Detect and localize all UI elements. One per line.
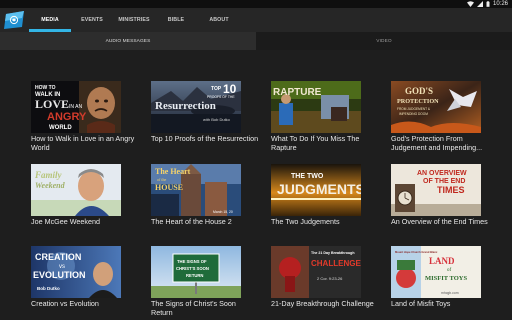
tab-about-label: ABOUT bbox=[209, 17, 229, 23]
media-item-title: Creation vs Evolution bbox=[31, 299, 99, 308]
thumb-text: THE TWO bbox=[291, 173, 324, 180]
battery-icon bbox=[486, 1, 490, 7]
thumb-text: CHALLENGE bbox=[311, 259, 361, 268]
thumb-text: THE SIGNS OF bbox=[177, 259, 207, 264]
thumb-text: RAPTURE bbox=[273, 87, 322, 98]
media-thumbnail: RAPTURE bbox=[271, 81, 361, 133]
thumb-text: HOUSE bbox=[155, 183, 183, 192]
media-thumbnail: GOD'S PROTECTION FROM JUDGEMENT & IMPEND… bbox=[391, 81, 481, 133]
media-item-title: The Heart of the House 2 bbox=[151, 217, 232, 226]
media-thumbnail: The Heart of the HOUSE March 15, 20 bbox=[151, 164, 241, 216]
media-thumbnail: TOP 10 PROOFS OF THE Resurrection with B… bbox=[151, 81, 241, 133]
thumb-text: MISFIT TOYS bbox=[425, 275, 467, 282]
thumb-text: LOVE bbox=[35, 97, 69, 111]
thumb-text: TIMES bbox=[437, 185, 465, 195]
media-thumbnail: AN OVERVIEW OF THE END TIMES bbox=[391, 164, 481, 216]
tab-ministries[interactable]: MINISTRIES bbox=[113, 8, 155, 32]
tab-bible[interactable]: BIBLE bbox=[155, 8, 197, 32]
tab-events[interactable]: EVENTS bbox=[71, 8, 113, 32]
thumb-text: March 15, 20 bbox=[213, 210, 233, 214]
thumb-text: EVOLUTION bbox=[33, 270, 86, 280]
media-item-title: 21-Day Breakthrough Challenge bbox=[271, 299, 374, 308]
thumb-text: RETURN bbox=[186, 273, 203, 278]
status-time: 10:26 bbox=[492, 1, 508, 7]
thumb-text: HOW TO bbox=[35, 85, 56, 91]
media-item-title: Top 10 Proofs of the Resurrection bbox=[151, 134, 259, 143]
tab-media-label: MEDIA bbox=[41, 17, 59, 23]
thumb-text: PROTECTION bbox=[397, 98, 439, 105]
thumb-text: 10 bbox=[223, 82, 237, 96]
thumb-text: LAND bbox=[429, 256, 455, 266]
tab-video[interactable]: VIDEO bbox=[256, 32, 512, 50]
thumb-text: WORLD bbox=[49, 125, 72, 131]
media-thumbnail: Mount Hope Church Grand Blanc LAND of MI… bbox=[391, 246, 481, 298]
thumb-text: IN AN bbox=[69, 104, 82, 110]
thumb-text: Weekend bbox=[35, 181, 66, 190]
thumb-text: Mount Hope Church Grand Blanc bbox=[395, 250, 438, 254]
thumb-text: The Heart bbox=[155, 167, 191, 176]
media-grid: HOW TO WALK IN LOVE IN AN ANGRY WORLD Ho… bbox=[0, 50, 512, 320]
sub-tab-bar: AUDIO MESSAGES VIDEO bbox=[0, 32, 512, 50]
app-logo-icon[interactable] bbox=[3, 10, 25, 30]
thumb-text: PROOFS OF THE bbox=[207, 95, 235, 99]
main-tab-bar: MEDIA EVENTS MINISTRIES BIBLE ABOUT bbox=[0, 8, 512, 32]
thumb-text: TOP bbox=[211, 86, 222, 92]
media-thumbnail: THE TWO JUDGMENTS bbox=[271, 164, 361, 216]
thumb-text: Bob Dutko bbox=[37, 286, 60, 291]
media-item-title: Joe McGee Weekend bbox=[31, 217, 100, 226]
thumb-text: CREATION bbox=[35, 252, 81, 262]
thumb-text: The 21 Day Breakthrough bbox=[311, 251, 355, 255]
thumb-text: Resurrection bbox=[155, 100, 216, 112]
media-thumbnail: CREATION vs EVOLUTION Bob Dutko bbox=[31, 246, 121, 298]
wifi-icon bbox=[466, 1, 474, 7]
thumb-text: ANGRY bbox=[47, 111, 87, 123]
media-thumbnail: Family Weekend bbox=[31, 164, 121, 216]
thumb-text: JUDGMENTS bbox=[277, 181, 361, 197]
status-icons: 10:26 bbox=[466, 0, 508, 8]
tab-audio-messages[interactable]: AUDIO MESSAGES bbox=[0, 32, 256, 50]
thumb-text: 2 Cor. 9:23-26 bbox=[317, 276, 343, 281]
tab-bible-label: BIBLE bbox=[167, 17, 185, 23]
media-thumbnail: HOW TO WALK IN LOVE IN AN ANGRY WORLD bbox=[31, 81, 121, 133]
media-item-title: An Overview of the End Times bbox=[391, 217, 488, 226]
media-item-title: The Signs of Christ's Soon Return bbox=[151, 299, 236, 317]
tab-video-label: VIDEO bbox=[376, 38, 392, 44]
media-item-title: Land of Misfit Toys bbox=[391, 299, 451, 308]
media-item-title: The Two Judgements bbox=[271, 217, 340, 226]
media-item-title: How to Walk in Love in an Angry World bbox=[31, 134, 135, 152]
tab-about[interactable]: ABOUT bbox=[197, 8, 241, 32]
thumb-text: of bbox=[447, 268, 452, 273]
thumb-text: GOD'S bbox=[405, 86, 433, 96]
media-item-title: God's Protection From Judgement and Impe… bbox=[391, 134, 483, 152]
media-thumbnail: The 21 Day Breakthrough CHALLENGE 2 Cor.… bbox=[271, 246, 361, 298]
thumb-text: with Bob Dutko bbox=[203, 117, 231, 122]
media-item-title: What To Do If You Miss The Rapture bbox=[271, 134, 360, 152]
tab-audio-messages-label: AUDIO MESSAGES bbox=[105, 38, 151, 44]
media-thumbnail: THE SIGNS OF CHRIST'S SOON RETURN bbox=[151, 246, 241, 298]
thumb-text: Family bbox=[34, 170, 63, 180]
status-bar: 10:26 bbox=[0, 0, 512, 8]
thumb-text: OF THE END bbox=[423, 178, 465, 185]
tab-ministries-label: MINISTRIES bbox=[118, 17, 150, 23]
thumb-text: FROM JUDGEMENT & bbox=[397, 107, 431, 111]
thumb-text: of the bbox=[157, 177, 166, 182]
tab-events-label: EVENTS bbox=[81, 17, 103, 23]
thumb-text: mhcgb.com bbox=[441, 291, 459, 295]
thumb-text: IMPENDING DOOM bbox=[399, 112, 428, 116]
signal-icon bbox=[476, 1, 483, 7]
thumb-text: AN OVERVIEW bbox=[417, 170, 467, 177]
thumb-text: CHRIST'S SOON bbox=[176, 266, 209, 271]
